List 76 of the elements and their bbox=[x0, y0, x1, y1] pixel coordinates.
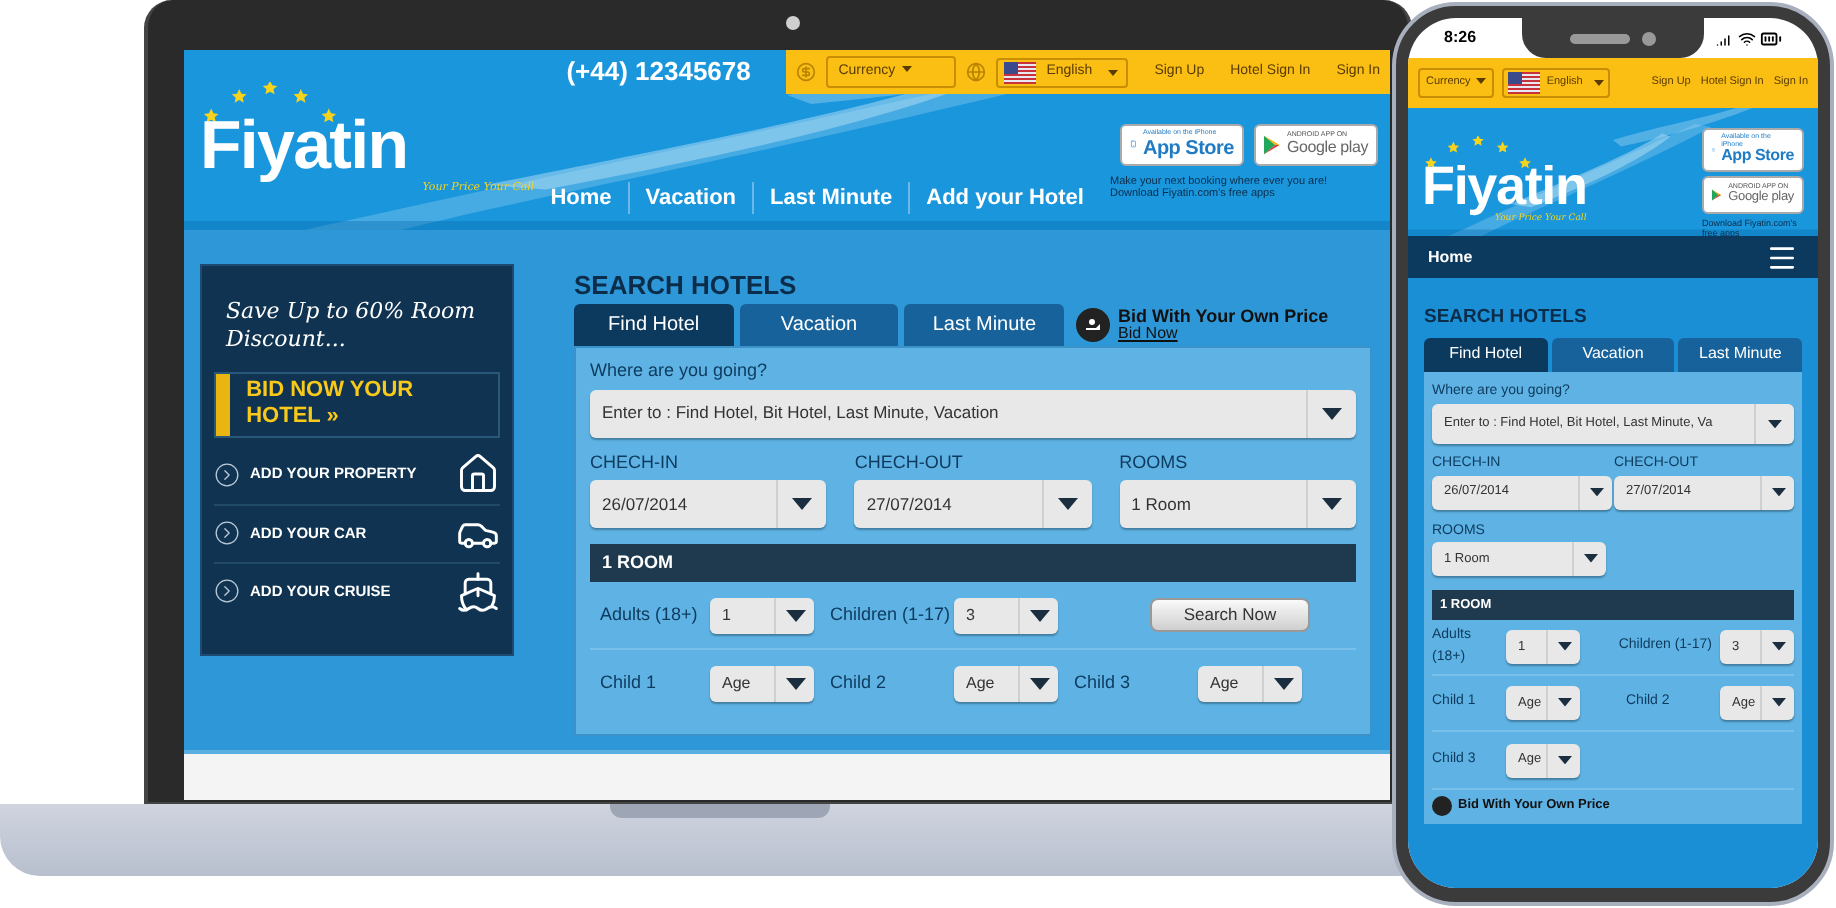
dropdown[interactable]: Age bbox=[954, 666, 1058, 702]
field-label: Child 3 bbox=[1074, 670, 1133, 697]
bid-now-banner[interactable]: BID NOW YOUR HOTEL » bbox=[214, 371, 500, 437]
caret-icon bbox=[785, 678, 805, 690]
nav-link[interactable]: Home bbox=[1428, 245, 1473, 269]
dollar-icon bbox=[796, 62, 817, 82]
search-tab[interactable]: Vacation bbox=[739, 304, 899, 346]
caret-icon bbox=[1108, 69, 1119, 75]
search-tab[interactable]: Last Minute bbox=[904, 304, 1065, 346]
caret-icon bbox=[1476, 78, 1487, 85]
caret-icon bbox=[1771, 487, 1785, 497]
field-label: Adults (18+) bbox=[600, 601, 700, 628]
dropdown[interactable]: 1 bbox=[710, 597, 814, 633]
logo-text: Fiyatin bbox=[1422, 159, 1587, 214]
field-label: ROOMS bbox=[1119, 449, 1190, 475]
caret-icon bbox=[1768, 419, 1782, 429]
caret-icon bbox=[1322, 498, 1342, 510]
field-label: Child 2 bbox=[830, 670, 889, 697]
search-title: SEARCH HOTELS bbox=[574, 272, 797, 298]
dropdown[interactable]: Enter to : Find Hotel, Bit Hotel, Last Minute, Vacation bbox=[590, 389, 1356, 437]
phone-number: (+44) 12345678 bbox=[564, 54, 753, 90]
bid-hand-icon bbox=[1432, 796, 1452, 816]
caret-icon bbox=[1029, 678, 1049, 690]
caret-icon bbox=[1594, 80, 1605, 86]
field-label: Child 1 bbox=[600, 670, 659, 697]
caret-icon bbox=[1057, 498, 1078, 510]
caret-icon bbox=[1589, 487, 1603, 497]
dropdown[interactable]: 26/07/2014 bbox=[590, 480, 827, 528]
field-label: CHECH-IN bbox=[590, 449, 680, 475]
caret-icon bbox=[1557, 698, 1571, 708]
chevron-icon bbox=[214, 578, 240, 604]
flag-icon bbox=[1004, 61, 1037, 83]
house-icon bbox=[456, 452, 500, 496]
search-tab[interactable]: Find Hotel bbox=[574, 304, 734, 346]
search-title: SEARCH HOTELS bbox=[1424, 308, 1589, 327]
chevron-icon bbox=[214, 461, 240, 487]
search-tab[interactable]: Last Minute bbox=[1678, 337, 1803, 371]
bid-now-link[interactable]: Bid Now bbox=[1118, 326, 1329, 342]
status-icons bbox=[1716, 27, 1782, 49]
search-tab[interactable]: Vacation bbox=[1551, 337, 1675, 371]
dropdown[interactable]: 3 bbox=[954, 597, 1058, 633]
dropdown[interactable]: 27/07/2014 bbox=[854, 480, 1092, 528]
caret-icon bbox=[792, 498, 813, 510]
caret-icon bbox=[1557, 642, 1571, 652]
caret-icon bbox=[1771, 642, 1785, 652]
badge-label: Google play bbox=[1287, 139, 1368, 157]
field-label: Children (1-17) bbox=[830, 601, 953, 628]
room-header: 1 ROOM bbox=[590, 544, 1356, 582]
status-time: 8:26 bbox=[1444, 26, 1477, 50]
badge-label: App Store bbox=[1142, 137, 1234, 159]
ship-icon bbox=[456, 569, 500, 613]
bid-hand-icon bbox=[1076, 308, 1110, 342]
globe-icon bbox=[966, 62, 987, 82]
badge-label: App Store bbox=[1721, 148, 1794, 166]
bid-offer-title: Bid With Your Own Price bbox=[1118, 308, 1329, 326]
search-tab[interactable]: Find Hotel bbox=[1424, 337, 1548, 371]
play-icon bbox=[1264, 131, 1281, 158]
chevron-icon bbox=[214, 520, 240, 546]
promo-headline: Save Up to 60% Room Discount... bbox=[223, 296, 478, 353]
field-label: Where are you going? bbox=[590, 358, 770, 384]
caret-icon bbox=[1322, 407, 1342, 419]
caret-icon bbox=[1557, 755, 1571, 765]
dropdown[interactable]: Age bbox=[710, 666, 814, 702]
camera-icon bbox=[786, 16, 800, 30]
menu-icon[interactable] bbox=[1766, 241, 1798, 273]
logo-text: Fiyatin bbox=[200, 112, 408, 180]
caret-icon bbox=[1583, 554, 1597, 564]
caret-icon bbox=[1273, 678, 1293, 690]
flag-icon bbox=[1508, 72, 1541, 94]
field-label: CHECH-OUT bbox=[854, 449, 965, 475]
caret-icon bbox=[1771, 698, 1785, 708]
caret-icon bbox=[1029, 609, 1049, 621]
dropdown[interactable]: 1 Room bbox=[1119, 480, 1356, 528]
dropdown[interactable]: Age bbox=[1198, 666, 1302, 702]
caret-icon bbox=[785, 609, 805, 621]
search-now-button[interactable]: Search Now bbox=[1150, 598, 1310, 632]
